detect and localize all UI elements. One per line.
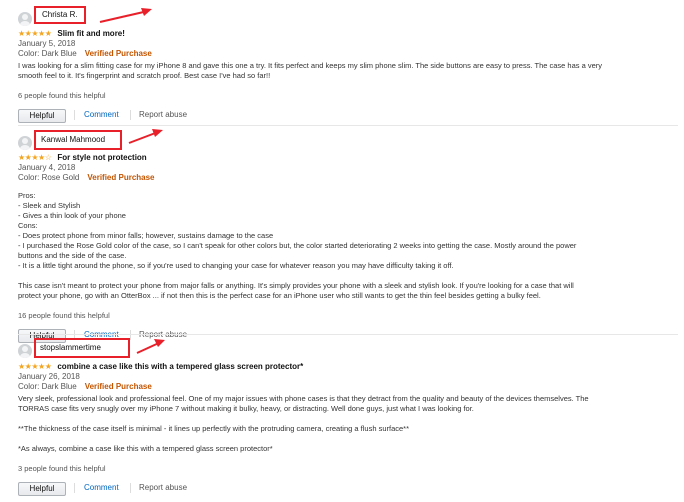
review-text-line: smooth feel to it. It's fingerprint and …	[18, 71, 271, 80]
review-date: January 4, 2018	[18, 163, 76, 172]
comment-link[interactable]: Comment	[84, 109, 119, 121]
review-format: Color: Rose Gold Verified Purchase	[18, 173, 680, 183]
review-date: January 26, 2018	[18, 372, 80, 381]
review-text-line: *As always, combine a case like this wit…	[18, 444, 273, 453]
review-text-line: **The thickness of the case itself is mi…	[18, 424, 410, 433]
product-color[interactable]: Color: Dark Blue	[18, 382, 77, 391]
review-body: Very sleek, professional look and profes…	[18, 394, 680, 454]
report-abuse-link[interactable]: Report abuse	[139, 109, 187, 121]
review-text-line	[18, 434, 680, 444]
divider	[74, 483, 75, 493]
star-rating-icon[interactable]: ★★★★★	[18, 362, 52, 371]
review-text-line: - I purchased the Rose Gold color of the…	[18, 241, 577, 250]
review-title[interactable]: combine a case like this with a tempered…	[57, 362, 303, 371]
helpful-count: 3 people found this helpful	[18, 464, 106, 473]
reviewer-name[interactable]: Kanwal Mahmood	[34, 130, 122, 150]
review-actions: Helpful Comment Report abuse	[18, 482, 680, 496]
review-text-line: TORRAS case fits very snugly over my iPh…	[18, 404, 474, 413]
review-title-line: ★★★★★ Slim fit and more!	[18, 28, 680, 39]
review-header: Christa R.	[18, 6, 680, 28]
review-format: Color: Dark Blue Verified Purchase	[18, 382, 680, 392]
avatar	[18, 344, 32, 358]
review-text-line: - Does protect phone from minor falls; h…	[18, 231, 274, 240]
helpful-button[interactable]: Helpful	[18, 482, 66, 496]
review-title[interactable]: Slim fit and more!	[57, 29, 125, 38]
review-1: Christa R. ★★★★★ Slim fit and more! Janua…	[18, 6, 680, 123]
comment-link[interactable]: Comment	[84, 482, 119, 494]
divider	[74, 110, 75, 120]
review-text-line	[18, 271, 680, 281]
divider	[130, 110, 131, 120]
helpful-count: 6 people found this helpful	[18, 91, 106, 100]
review-text-line: - Gives a thin look of your phone	[18, 211, 126, 220]
review-text-line: Very sleek, professional look and profes…	[18, 394, 589, 403]
review-header: Kanwal Mahmood	[18, 128, 680, 152]
review-divider	[18, 125, 678, 126]
review-text-line: This case isn't meant to protect your ph…	[18, 281, 574, 290]
reviewer-name[interactable]: Christa R.	[34, 6, 86, 24]
review-body: I was looking for a slim fitting case fo…	[18, 61, 680, 81]
product-color[interactable]: Color: Rose Gold	[18, 173, 79, 182]
annotation-arrow-icon	[128, 129, 163, 144]
product-color[interactable]: Color: Dark Blue	[18, 49, 77, 58]
review-text-line: - Sleek and Stylish	[18, 201, 81, 210]
verified-purchase-badge: Verified Purchase	[84, 49, 152, 58]
helpful-button[interactable]: Helpful	[18, 109, 66, 123]
annotation-arrow-icon	[136, 339, 165, 354]
review-title-line: ★★★★★ combine a case like this with a tem…	[18, 361, 680, 372]
review-date: January 5, 2018	[18, 39, 76, 48]
avatar	[18, 136, 32, 150]
review-3: stopslammertime ★★★★★ combine a case like…	[18, 337, 680, 496]
review-2: Kanwal Mahmood ★★★★☆ For style not protec…	[18, 128, 680, 343]
review-text-line: Pros:	[18, 191, 36, 200]
star-rating-icon[interactable]: ★★★★☆	[18, 153, 52, 162]
avatar	[18, 12, 32, 26]
annotation-arrow-icon	[99, 8, 152, 23]
review-title[interactable]: For style not protection	[57, 153, 146, 162]
report-abuse-link[interactable]: Report abuse	[139, 482, 187, 494]
reviewer-name[interactable]: stopslammertime	[34, 338, 130, 358]
verified-purchase-badge: Verified Purchase	[84, 382, 152, 391]
review-text-line: - It is a little tight around the phone,…	[18, 261, 454, 270]
review-header: stopslammertime	[18, 337, 680, 361]
review-actions: Helpful Comment Report abuse	[18, 109, 680, 123]
divider	[130, 483, 131, 493]
helpful-count: 16 people found this helpful	[18, 311, 110, 320]
review-text-line	[18, 414, 680, 424]
review-text-line: buttons and the side of the case.	[18, 251, 127, 260]
review-text-line: Cons:	[18, 221, 38, 230]
star-rating-icon[interactable]: ★★★★★	[18, 29, 52, 38]
review-title-line: ★★★★☆ For style not protection	[18, 152, 680, 163]
review-format: Color: Dark Blue Verified Purchase	[18, 49, 680, 59]
verified-purchase-badge: Verified Purchase	[87, 173, 155, 182]
review-text-line: I was looking for a slim fitting case fo…	[18, 61, 603, 70]
review-divider	[18, 334, 678, 335]
review-body: Pros: - Sleek and Stylish - Gives a thin…	[18, 191, 680, 301]
review-text-line: protect your phone, go with an OtterBox …	[18, 291, 541, 300]
